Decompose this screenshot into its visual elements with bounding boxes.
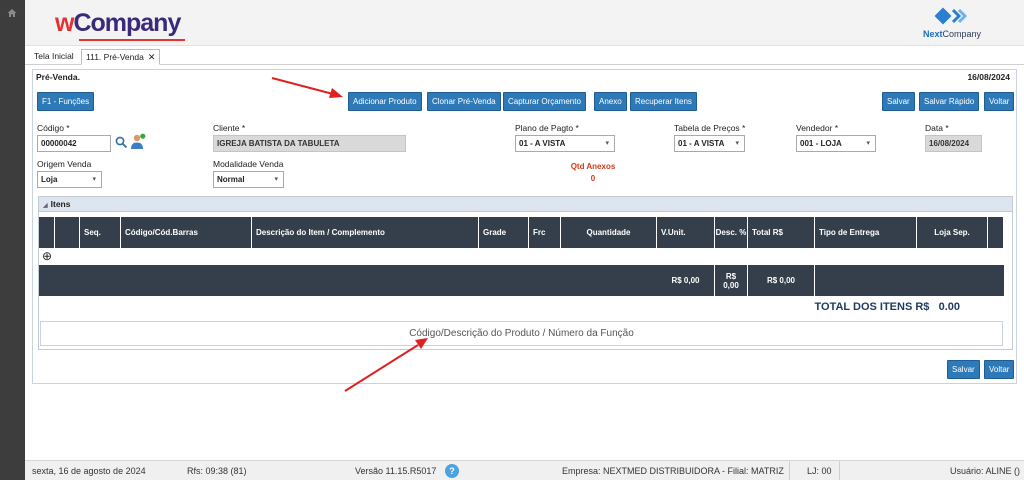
plano-pagto-select[interactable]: 01 - A VISTA ▾: [515, 135, 615, 152]
status-divider: [789, 461, 790, 480]
save-button[interactable]: Salvar: [882, 92, 915, 111]
origem-venda-select[interactable]: Loja ▾: [37, 171, 102, 188]
dropdown-caret-icon: ▾: [735, 140, 739, 147]
dropdown-caret-icon: ▾: [274, 176, 278, 183]
attachment-button[interactable]: Anexo: [594, 92, 627, 111]
plano-pagto-value: 01 - A VISTA: [519, 139, 566, 148]
column-frc[interactable]: Frc: [529, 217, 561, 248]
dropdown-caret-icon: ▾: [605, 140, 609, 147]
close-icon[interactable]: ✕: [148, 52, 156, 62]
items-header[interactable]: ◢ Itens: [39, 197, 1012, 212]
tab-pre-venda[interactable]: 111. Pré-Venda ✕: [81, 49, 161, 65]
column-tipo-entrega[interactable]: Tipo de Entrega: [815, 217, 917, 248]
status-divider: [839, 461, 840, 480]
wcompany-logo: wCompany: [55, 9, 185, 41]
vendedor-label: Vendedor *: [796, 123, 839, 133]
tabela-precos-select[interactable]: 01 - A VISTA ▾: [674, 135, 745, 152]
cliente-label: Cliente *: [213, 123, 246, 133]
tab-tela-inicial[interactable]: Tela Inicial: [30, 49, 78, 65]
codigo-field[interactable]: 00000042: [37, 135, 111, 152]
search-icon[interactable]: [115, 136, 128, 149]
status-lj: LJ: 00: [807, 466, 832, 476]
items-totals-row: R$ 0,00 R$ 0,00 R$ 0,00: [39, 265, 1004, 296]
column-codigo[interactable]: Código/Cód.Barras: [121, 217, 252, 248]
column-select: [39, 217, 55, 248]
status-date: sexta, 16 de agosto de 2024: [32, 466, 146, 476]
add-circle-icon[interactable]: ⊕: [42, 249, 52, 263]
tab-label: 111. Pré-Venda: [86, 52, 144, 62]
items-total-label: TOTAL DOS ITENS R$: [814, 301, 930, 313]
column-desc[interactable]: Desc. %: [715, 217, 748, 248]
status-rfs: Rfs: 09:38 (81): [187, 466, 247, 476]
tabela-precos-label: Tabela de Preços *: [674, 123, 746, 133]
modalidade-venda-select[interactable]: Normal ▾: [213, 171, 284, 188]
status-version: Versão 11.15.R5017: [355, 466, 437, 476]
vendedor-select[interactable]: 001 - LOJA ▾: [796, 135, 876, 152]
column-total[interactable]: Total R$: [748, 217, 815, 248]
modalidade-venda-label: Modalidade Venda: [213, 159, 284, 169]
status-user: Usuário: ALINE (): [950, 466, 1021, 476]
header-date: 16/08/2024: [967, 72, 1010, 82]
total-desc-currency: R$: [725, 271, 737, 281]
modalidade-venda-value: Normal: [217, 175, 245, 184]
add-product-button[interactable]: Adicionar Produto: [348, 92, 422, 111]
qtd-anexos-label: Qtd Anexos: [570, 162, 616, 171]
quick-save-button[interactable]: Salvar Rápido: [919, 92, 980, 111]
column-loja-sep[interactable]: Loja Sep.: [917, 217, 988, 248]
total-desc: R$ 0,00: [715, 265, 748, 296]
home-icon[interactable]: [7, 8, 17, 18]
qtd-anexos-value: 0: [590, 174, 596, 183]
tabela-precos-value: 01 - A VISTA: [678, 139, 725, 148]
back-button[interactable]: Voltar: [984, 92, 1015, 111]
client-user-icon[interactable]: [130, 133, 146, 150]
recover-items-button[interactable]: Recuperar Itens: [630, 92, 697, 111]
status-company: Empresa: NEXTMED DISTRIBUIDORA - Filial:…: [562, 466, 784, 476]
data-field: 16/08/2024: [925, 135, 982, 152]
clone-pre-venda-button[interactable]: Clonar Pré-Venda: [427, 92, 501, 111]
status-bar: sexta, 16 de agosto de 2024 Rfs: 09:38 (…: [25, 460, 1024, 480]
plano-pagto-label: Plano de Pagto *: [515, 123, 579, 133]
origem-venda-value: Loja: [41, 175, 58, 184]
total-desc-value: 0,00: [723, 280, 739, 290]
bottom-back-button[interactable]: Voltar: [984, 360, 1015, 379]
items-total-value: 0.00: [938, 301, 960, 313]
left-sidebar: [0, 0, 25, 480]
column-descricao[interactable]: Descrição do Item / Complemento: [252, 217, 479, 248]
column-vunit[interactable]: V.Unit.: [657, 217, 715, 248]
items-grid-header: Seq. Código/Cód.Barras Descrição do Item…: [39, 217, 1004, 248]
column-grade[interactable]: Grade: [479, 217, 529, 248]
add-row: ⊕: [39, 248, 1004, 265]
app-header: wCompany NextCompany: [25, 0, 1024, 46]
origem-venda-label: Origem Venda: [37, 159, 92, 169]
page-title: Pré-Venda.: [36, 72, 80, 82]
codigo-label: Código *: [37, 123, 70, 133]
tab-bar: Tela Inicial 111. Pré-Venda ✕: [25, 49, 1024, 65]
column-end: [988, 217, 1004, 248]
items-title: Itens: [50, 199, 71, 209]
items-section: ◢ Itens Seq. Código/Cód.Barras Descrição …: [38, 196, 1013, 350]
items-total: TOTAL DOS ITENS R$ 0.00: [815, 301, 961, 313]
pre-venda-form: Código * 00000042 Cliente * IGREJA BATIS…: [33, 120, 1018, 190]
dropdown-caret-icon: ▾: [866, 140, 870, 147]
collapse-triangle-icon[interactable]: ◢: [43, 203, 48, 209]
dropdown-caret-icon: ▾: [92, 176, 96, 183]
total-amount: R$ 0,00: [748, 265, 815, 296]
vendedor-value: 001 - LOJA: [800, 139, 842, 148]
help-icon[interactable]: ?: [445, 464, 459, 478]
column-quantidade[interactable]: Quantidade: [561, 217, 657, 248]
total-vunit: R$ 0,00: [657, 265, 715, 296]
data-label: Data *: [925, 123, 949, 133]
cliente-field: IGREJA BATISTA DA TABULETA: [213, 135, 406, 152]
functions-button[interactable]: F1 - Funções: [37, 92, 95, 111]
column-blank: [55, 217, 80, 248]
tab-label: Tela Inicial: [34, 51, 74, 61]
capture-quote-button[interactable]: Capturar Orçamento: [503, 92, 586, 111]
pre-venda-panel: Pré-Venda. 16/08/2024 F1 - Funções Adici…: [32, 69, 1017, 384]
nextcompany-logo: NextCompany: [923, 6, 987, 42]
column-seq[interactable]: Seq.: [80, 217, 121, 248]
bottom-save-button[interactable]: Salvar: [947, 360, 980, 379]
product-search-input[interactable]: Código/Descrição do Produto / Número da …: [40, 321, 1003, 346]
